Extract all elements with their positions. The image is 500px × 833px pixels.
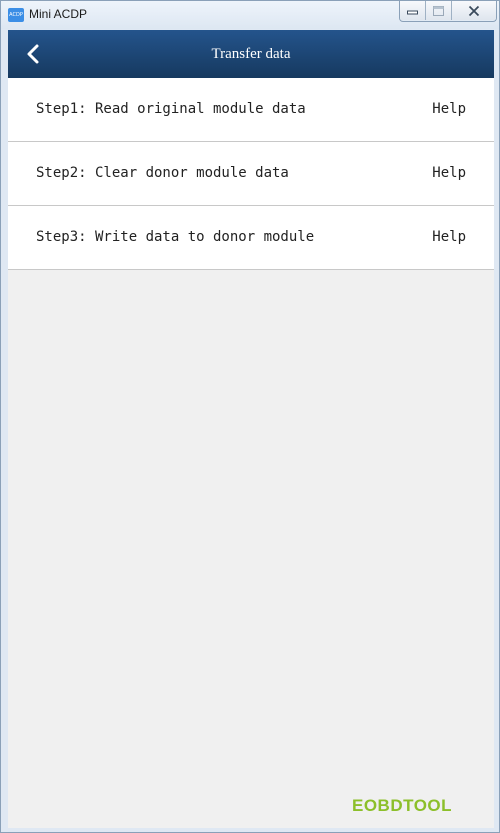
steps-list: Step1: Read original module data Help St… <box>8 78 494 270</box>
maximize-button[interactable] <box>426 1 452 20</box>
window-titlebar[interactable]: ACDP Mini ACDP <box>1 1 499 29</box>
window-controls <box>399 1 497 22</box>
window-title: Mini ACDP <box>29 7 88 21</box>
help-link[interactable]: Help <box>432 206 466 269</box>
app-window: ACDP Mini ACDP Transfer data Step1: Read… <box>0 0 500 833</box>
step-label: Step2: Clear donor module data <box>36 165 289 181</box>
minimize-button[interactable] <box>400 1 426 20</box>
close-button[interactable] <box>452 1 496 20</box>
close-icon <box>468 5 480 16</box>
step-row-write[interactable]: Step3: Write data to donor module Help <box>8 206 494 270</box>
maximize-icon <box>433 5 444 16</box>
watermark-logo: EOBDTOOL <box>352 796 453 815</box>
app-icon: ACDP <box>8 8 24 22</box>
header-bar: Transfer data <box>8 30 494 78</box>
step-label: Step1: Read original module data <box>36 101 306 117</box>
app-content: Transfer data Step1: Read original modul… <box>8 30 494 828</box>
step-label: Step3: Write data to donor module <box>36 229 315 245</box>
step-row-clear[interactable]: Step2: Clear donor module data Help <box>8 142 494 206</box>
help-link[interactable]: Help <box>432 142 466 205</box>
minimize-icon <box>407 10 418 15</box>
page-title: Transfer data <box>211 46 291 62</box>
help-link[interactable]: Help <box>432 78 466 141</box>
step-row-read[interactable]: Step1: Read original module data Help <box>8 78 494 142</box>
